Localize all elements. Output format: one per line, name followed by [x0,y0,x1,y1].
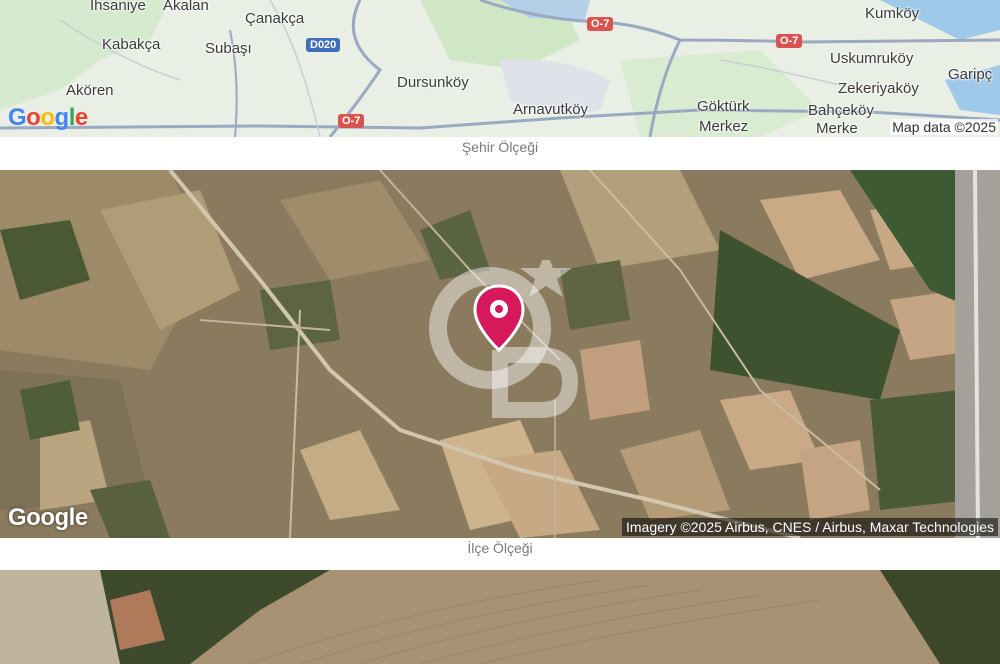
road-shield: O-7 [587,17,614,31]
map-attribution[interactable]: Map data ©2025 [890,119,998,135]
place-label: Zekeriyaköy [838,80,919,97]
road-shield: D020 [306,38,341,52]
district-scale-map[interactable]: Google Imagery ©2025 Airbus, CNES / Airb… [0,170,1000,538]
road-shield: O-7 [776,34,803,48]
place-label: Subaşı [205,40,252,57]
city-scale-map[interactable]: İhsaniye Akalan Çanakça Kabakça Subaşı A… [0,0,1000,137]
location-pin-icon[interactable] [472,284,526,354]
google-logo: Google [8,104,88,131]
place-label: Arnavutköy [513,101,589,118]
place-label: Çanakça [245,10,305,27]
city-scale-caption: Şehir Ölçeği [461,139,539,155]
road-shield: O-7 [338,114,365,128]
imagery-attribution[interactable]: Imagery ©2025 Airbus, CNES / Airbus, Max… [621,518,998,536]
place-label: İhsaniye [90,0,146,14]
place-label: Akalan [163,0,209,14]
street-satellite-imagery [0,570,1000,664]
place-label: Uskumruköy [830,50,914,67]
google-logo: Google [8,504,88,531]
place-label: Göktürk [697,98,750,115]
place-label: Merke [816,120,858,137]
place-label: Kumköy [865,5,920,22]
place-label: Kabakça [102,36,161,53]
district-scale-caption: İlçe Ölçeği [467,540,533,556]
place-label: Dursunköy [397,74,469,91]
place-label: Merkez [699,118,749,135]
street-scale-map[interactable] [0,570,1000,664]
place-label: Garipç [948,66,993,83]
place-label: Bahçeköy [808,102,874,119]
place-label: Akören [66,82,114,99]
